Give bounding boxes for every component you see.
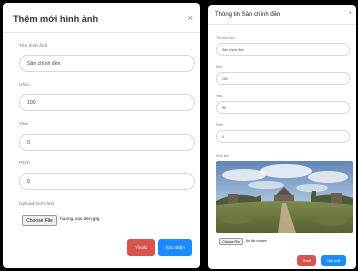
- update-button[interactable]: Cập nhật: [321, 255, 346, 266]
- hfov-input[interactable]: 150: [216, 72, 350, 85]
- yaw-input[interactable]: 0: [19, 134, 195, 151]
- yaw-label: Yaw: [19, 122, 28, 127]
- hfov-label: Hfov: [216, 65, 223, 69]
- cancel-button[interactable]: Thoát: [127, 239, 155, 256]
- image-info-modal: Thông tin Sân chính đền × Tên hình ảnh S…: [208, 5, 356, 269]
- image-name-label: Tên hình ảnh: [216, 36, 235, 40]
- cancel-button[interactable]: Thoát: [297, 255, 316, 266]
- add-image-modal: Thêm mới hình ảnh × Tên hình ảnh Sân chí…: [3, 3, 200, 268]
- pitch-label: Pitch: [19, 161, 30, 166]
- choose-file-button[interactable]: Choose File: [22, 215, 57, 226]
- file-status: No file chosen: [246, 239, 267, 243]
- hfov-input[interactable]: 100: [19, 94, 195, 111]
- confirm-button[interactable]: Xác nhận: [158, 239, 192, 256]
- pitch-input[interactable]: 0: [19, 173, 195, 190]
- temple-courtyard-image: [216, 161, 353, 233]
- modal-title: Thông tin Sân chính đền: [215, 12, 281, 18]
- upload-label: Upload hình ảnh: [19, 202, 55, 207]
- pitch-input[interactable]: 0: [216, 130, 350, 143]
- yaw-label: Yaw: [216, 94, 222, 98]
- image-label: Hình ảnh: [216, 154, 229, 158]
- modal-header: Thêm mới hình ảnh ×: [3, 3, 200, 33]
- image-name-input[interactable]: Sân chính đền: [19, 55, 195, 72]
- pitch-label: Pitch: [216, 123, 224, 127]
- choose-file-button[interactable]: Choose File: [219, 238, 243, 245]
- close-icon[interactable]: ×: [348, 11, 352, 17]
- hfov-label: Hfov: [19, 83, 29, 88]
- yaw-input[interactable]: 95: [216, 101, 350, 114]
- image-name-label: Tên hình ảnh: [19, 44, 48, 49]
- image-name-input[interactable]: Sân chính đền: [216, 43, 350, 56]
- close-icon[interactable]: ×: [188, 14, 193, 23]
- modal-title: Thêm mới hình ảnh: [13, 14, 99, 24]
- file-name: huong xao den.jpg: [60, 217, 100, 222]
- modal-header: Thông tin Sân chính đền ×: [208, 5, 356, 25]
